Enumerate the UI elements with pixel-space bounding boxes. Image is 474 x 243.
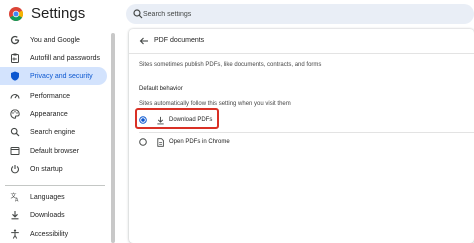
search-icon [10, 127, 20, 137]
sidebar-item-label: Languages [30, 193, 65, 201]
sidebar-item-label: Default browser [30, 147, 80, 155]
sidebar-item-accessibility[interactable]: Accessibility [0, 225, 107, 243]
clipboard-key-icon [11, 53, 19, 63]
radio-unselected[interactable] [139, 138, 147, 146]
document-icon [157, 138, 164, 147]
sidebar-item-default-browser[interactable]: Default browser [0, 142, 107, 160]
sidebar-divider [5, 185, 105, 186]
option-open-pdfs-in-chrome[interactable]: Open PDFs in Chrome [129, 134, 474, 152]
app-title: Settings [31, 5, 86, 22]
highlight-box [135, 108, 219, 129]
sidebar-item-appearance[interactable]: Appearance [0, 105, 107, 123]
sidebar-item-privacy-and-security[interactable]: Privacy and security [0, 67, 107, 85]
google-g-icon [10, 35, 20, 45]
sidebar-item-performance[interactable]: Performance [0, 87, 107, 105]
sidebar-item-label: Autofill and passwords [30, 54, 101, 62]
search-bar[interactable] [126, 4, 474, 24]
shield-icon [11, 71, 19, 81]
download-icon [11, 211, 19, 220]
sidebar-item-search-engine[interactable]: Search engine [0, 123, 107, 141]
page-description: Sites sometimes publish PDFs, like docum… [139, 62, 322, 68]
svg-text:A: A [15, 198, 19, 203]
sidebar-item-label: On startup [30, 165, 63, 173]
chrome-logo-icon [9, 7, 23, 21]
title-divider [129, 53, 474, 54]
settings-card: PDF documents Sites sometimes publish PD… [129, 29, 474, 243]
sidebar-item-label: Downloads [30, 211, 65, 219]
sidebar-item-languages[interactable]: 文 A Languages [0, 188, 107, 206]
translate-icon: 文 A [11, 192, 20, 203]
option-divider [139, 132, 474, 133]
sidebar-item-label: Accessibility [30, 230, 69, 238]
palette-icon [10, 109, 20, 119]
back-arrow-icon[interactable] [139, 36, 149, 46]
browser-window-icon [10, 147, 20, 155]
sidebar-item-label: Appearance [30, 110, 68, 118]
sidebar-scrollbar[interactable] [111, 33, 115, 243]
power-icon [10, 165, 20, 174]
sidebar-item-on-startup[interactable]: On startup [0, 160, 107, 178]
option-label: Open PDFs in Chrome [169, 139, 230, 145]
sidebar-item-label: Privacy and security [30, 72, 93, 80]
sidebar-item-autofill[interactable]: Autofill and passwords [0, 49, 107, 67]
section-heading: Default behavior [139, 86, 183, 92]
section-subtitle: Sites automatically follow this setting … [139, 101, 291, 107]
accessibility-icon [11, 229, 19, 239]
page-title: PDF documents [154, 37, 205, 44]
sidebar-item-you-and-google[interactable]: You and Google [0, 31, 107, 49]
sidebar: You and Google Autofill and passwords Pr… [0, 30, 112, 243]
sidebar-item-downloads[interactable]: Downloads [0, 206, 107, 224]
settings-window: Settings You and Google Autofi [0, 0, 474, 243]
sidebar-item-label: Search engine [30, 128, 76, 136]
sidebar-item-label: You and Google [30, 36, 80, 44]
search-input[interactable] [143, 6, 463, 22]
sidebar-item-label: Performance [30, 92, 71, 100]
speedometer-icon [10, 93, 20, 99]
header: Settings [0, 0, 474, 30]
